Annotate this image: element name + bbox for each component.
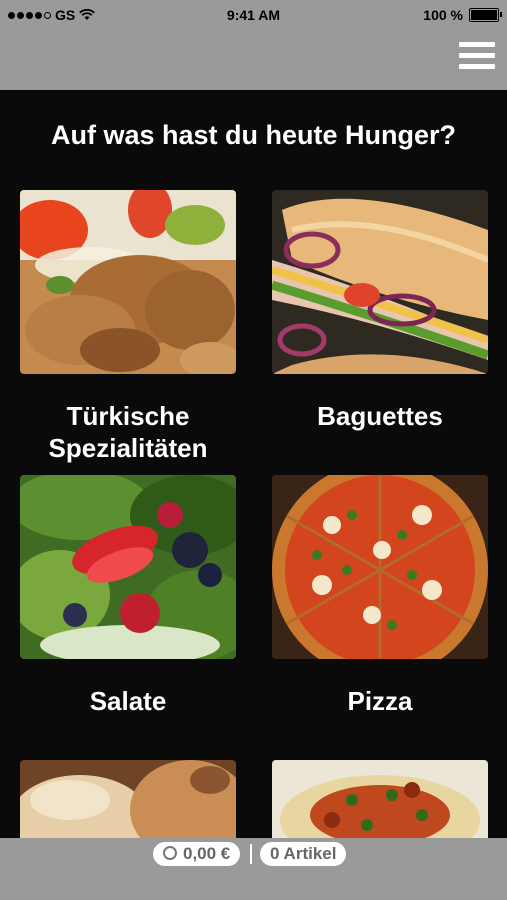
category-tile-salate[interactable]: Salate (20, 475, 236, 717)
battery-icon (469, 8, 502, 22)
category-tile-pasta[interactable] (272, 760, 488, 838)
category-tile-pizza[interactable]: Pizza (272, 475, 488, 717)
item-count: 0 Artikel (270, 844, 337, 863)
cart-bar: 0,00 € 0 Artikel (0, 838, 507, 900)
battery-group: 100 % (423, 7, 502, 23)
category-tile-bread-rolls[interactable] (20, 760, 236, 838)
category-label: Baguettes (317, 401, 443, 431)
pasta-photo[interactable] (272, 760, 488, 838)
doner-kebab-photo[interactable] (20, 190, 236, 374)
category-label: Türkische Spezialitäten (48, 401, 208, 463)
nav-bar (0, 30, 507, 90)
page-title: Auf was hast du heute Hunger? (50, 120, 457, 150)
category-label: Salate (89, 686, 167, 716)
pizza-photo[interactable] (272, 475, 488, 659)
cart-total: 0,00 € (183, 844, 231, 863)
hamburger-menu-icon[interactable] (459, 42, 495, 74)
category-tile-baguettes[interactable]: Baguettes (272, 190, 488, 432)
status-bar: GS 9:41 AM 100 % (0, 0, 507, 30)
cart-total-button[interactable]: 0,00 € (153, 842, 241, 866)
bread-rolls-photo[interactable] (20, 760, 236, 838)
separator (250, 844, 252, 864)
cart-icon (163, 846, 177, 860)
battery-percent: 100 % (423, 7, 463, 23)
category-tile-tuerkische-spezialitaeten[interactable]: Türkische Spezialitäten (20, 190, 236, 464)
baguette-sandwich-photo[interactable] (272, 190, 488, 374)
category-grid-container[interactable]: Auf was hast du heute Hunger? Türkische … (0, 90, 507, 838)
category-label: Pizza (347, 686, 413, 716)
salad-photo[interactable] (20, 475, 236, 659)
item-count-button[interactable]: 0 Artikel (260, 842, 347, 866)
